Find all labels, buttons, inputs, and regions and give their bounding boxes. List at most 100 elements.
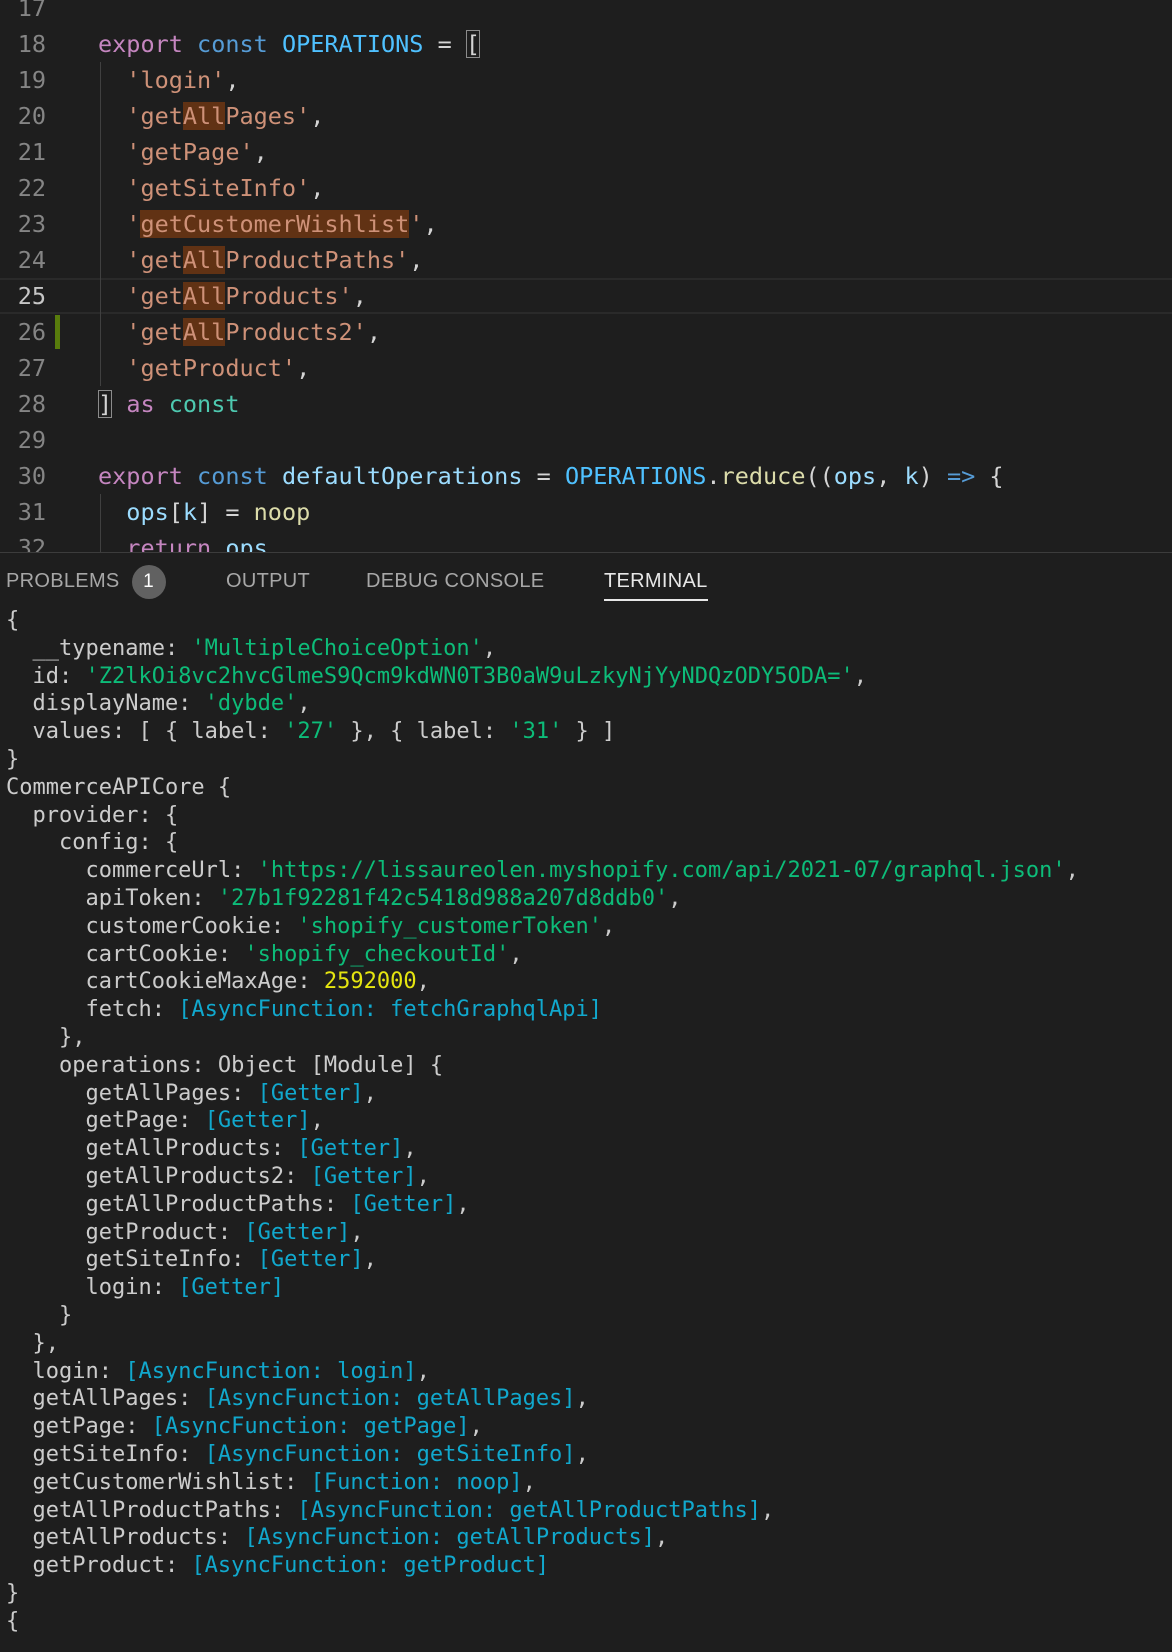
code-editor[interactable]: 17 18 export const OPERATIONS = [19 'login… [0,0,1172,552]
terminal-line: } [6,746,19,774]
terminal-token: getAllProductPaths: [6,1497,298,1523]
terminal-output[interactable]: { __typename: 'MultipleChoiceOption', id… [0,609,1172,1652]
code-line[interactable]: 18 export const OPERATIONS = [ [0,26,1172,62]
terminal-token: __typename: [6,635,192,661]
code-token: 'getSiteInfo' [126,174,311,202]
terminal-token: { [6,1608,20,1634]
code-token: OPERATIONS [564,462,707,490]
terminal-line: getAllProductPaths: [AsyncFunction: getA… [6,1497,774,1525]
code-line[interactable]: 30 export const defaultOperations = OPERA… [0,458,1172,494]
tab-output[interactable]: OUTPUT [226,553,310,609]
terminal-token: [AsyncFunction: getAllProducts] [244,1525,656,1551]
code-line[interactable]: 28] as const [0,386,1172,422]
terminal-token: [AsyncFunction: getProduct] [191,1553,550,1579]
code-line[interactable]: 27 'getProduct', [0,350,1172,386]
terminal-line: login: [AsyncFunction: login], [6,1358,430,1386]
terminal-line: customerCookie: 'shopify_customerToken', [6,913,615,941]
terminal-token: getAllProducts2: [6,1164,311,1189]
code-text: export const defaultOperations = OPERATI… [98,458,1004,494]
code-token: ops [225,534,268,552]
terminal-token: [Function: noop] [310,1469,523,1495]
terminal-line: id: 'Z2lkOi8vc2hvcGlmeS9Qcm9kdWN0T3B0aW9… [6,663,866,691]
code-line[interactable]: 31 ops[k] = noop [0,494,1172,530]
code-text: 'login', [98,62,239,98]
code-text: ops[k] = noop [98,494,310,530]
terminal-token: } [6,1581,20,1606]
code-line[interactable]: 25 'getAllProducts', [0,278,1172,314]
code-line[interactable]: 17 [0,0,1172,26]
code-token: , [352,282,367,310]
terminal-token: provider: { [6,802,179,828]
terminal-token: getAllPages: [6,1080,258,1106]
terminal-line: displayName: 'dybde', [6,690,310,718]
search-highlight: All [182,102,226,130]
code-token: 'get [126,102,183,130]
terminal-token: { [6,609,20,633]
code-token: ' [409,210,424,238]
tab-problems[interactable]: PROBLEMS 1 [6,553,166,609]
code-token: , [366,318,381,346]
terminal-token: [Getter] [297,1136,404,1162]
code-token: { [975,462,1004,490]
terminal-token: , [416,1358,430,1384]
code-token: 'getPage' [126,138,254,166]
indent-guide [100,62,101,386]
line-number: 17 [17,0,46,22]
code-line[interactable]: 20 'getAllPages', [0,98,1172,134]
terminal-token: getPage: [6,1108,205,1134]
code-text: 'getAllProductPaths', [98,242,423,278]
code-token: noop [253,498,311,526]
terminal-token: , [456,1191,470,1217]
terminal-token: [AsyncFunction: getAllPages] [204,1386,576,1412]
terminal-token: apiToken: [6,886,218,911]
code-line[interactable]: 29 [0,422,1172,458]
terminal-token: displayName: [6,691,205,717]
terminal-token: cartCookieMaxAge: [6,969,324,995]
bracket-match: [ [465,30,481,58]
terminal-line: getProduct: [Getter], [6,1219,363,1247]
tab-debug-console[interactable]: DEBUG CONSOLE [366,553,544,609]
terminal-token: [AsyncFunction: getSiteInfo] [204,1442,576,1467]
code-token: 'get [126,318,183,346]
code-line[interactable]: 22 'getSiteInfo', [0,170,1172,206]
code-token: (( [805,462,834,490]
code-token: 'login' [126,66,226,94]
terminal-token: [Getter] [257,1247,364,1273]
code-line[interactable]: 21 'getPage', [0,134,1172,170]
terminal-token: [AsyncFunction: getPage] [151,1414,470,1440]
terminal-token: [AsyncFunction: fetchGraphqlApi] [178,997,603,1023]
code-text: 'getPage', [98,134,268,170]
tab-terminal[interactable]: TERMINAL [604,553,708,609]
terminal-line: getPage: [Getter], [6,1107,323,1135]
terminal-token: login: [6,1275,179,1301]
code-token: 'get [126,246,183,274]
search-highlight: getCustomerWishlist [140,210,410,238]
terminal-token: [Getter] [244,1219,351,1245]
line-number: 21 [17,138,46,166]
code-line[interactable]: 26 'getAllProducts2', [0,314,1172,350]
terminal-token: , [482,635,497,661]
code-token: , [310,174,325,202]
code-token: ) [918,462,947,490]
line-number: 30 [17,462,46,490]
code-token: . [706,462,721,490]
code-line[interactable]: 19 'login', [0,62,1172,98]
line-number: 24 [17,246,46,274]
terminal-token: [AsyncFunction: getAllProductPaths] [297,1497,761,1523]
code-line[interactable]: 24 'getAllProductPaths', [0,242,1172,278]
tab-problems-label: PROBLEMS [6,570,120,592]
tab-output-label: OUTPUT [226,570,311,592]
code-token: [ [168,498,183,526]
code-line[interactable]: 23 'getCustomerWishlist', [0,206,1172,242]
code-line[interactable]: 32 return ops [0,530,1172,552]
line-number: 29 [17,426,46,454]
terminal-token: getAllProductPaths: [6,1191,351,1217]
